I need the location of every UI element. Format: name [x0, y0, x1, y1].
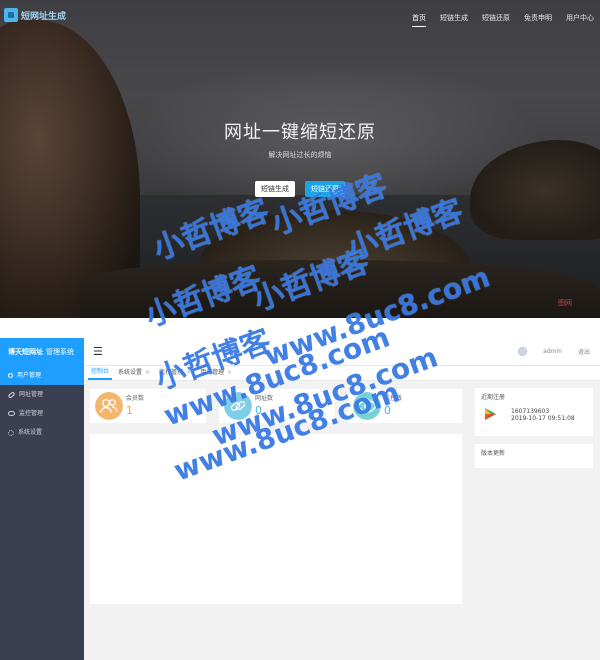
stat-card-urls: 网址数 0 [219, 389, 335, 423]
main-menu: 首页 短链生成 短链还原 免责申明 用户中心 [412, 13, 594, 27]
username[interactable]: admin [543, 348, 562, 355]
main-content-panel [90, 434, 462, 604]
panel-title: 近期注册 [481, 394, 506, 401]
tab-label: 监控管理 [159, 369, 184, 376]
corner-watermark: 图网 [558, 299, 572, 307]
sidebar: 博天短网址 管理系统 用户管理 网址管理 监控管理 系统设置 [0, 338, 84, 660]
site-logo[interactable]: 短网址生成 [4, 8, 66, 22]
menu-item-user-center[interactable]: 用户中心 [566, 13, 594, 27]
topbar-user-area: admin 退出 [518, 347, 590, 356]
recent-user-id: 1607139603 [511, 408, 550, 415]
stat-label: 网址数 [255, 395, 274, 402]
logo-icon [4, 8, 18, 22]
menu-toggle-icon[interactable]: ☰ [93, 345, 103, 358]
menu-item-generate[interactable]: 短链生成 [440, 13, 468, 27]
sidebar-item-label: 系统设置 [18, 429, 43, 436]
admin-topbar: ☰ admin 退出 [84, 338, 600, 366]
stat-card-monitors: 监控数 0 [348, 389, 462, 423]
stat-card-members: 会员数 1 [90, 389, 206, 423]
sidebar-item-label: 网址管理 [19, 391, 44, 398]
sidebar-item-monitor[interactable]: 监控管理 [0, 404, 84, 423]
logout-link[interactable]: 退出 [578, 347, 590, 356]
tab-system-settings[interactable]: 系统设置 × [115, 366, 153, 380]
avatar[interactable] [518, 347, 528, 356]
tab-label: 用户管理 [200, 369, 225, 376]
page: 短网址生成 首页 短链生成 短链还原 免责申明 用户中心 网址一键缩短还原 解决… [0, 0, 600, 660]
hero-buttons: 短链生成 短链还原 [0, 181, 600, 197]
recent-user-date: 2019-10-17 09:51:08 [511, 415, 575, 422]
play-logo-icon [485, 408, 496, 420]
admin-dashboard: 博天短网址 管理系统 用户管理 网址管理 监控管理 系统设置 ☰ admin 退… [0, 338, 600, 660]
sidebar-item-urls[interactable]: 网址管理 [0, 385, 84, 404]
link-icon [7, 390, 16, 399]
close-icon[interactable]: × [145, 366, 150, 380]
logo-text: 短网址生成 [21, 11, 67, 22]
menu-item-home[interactable]: 首页 [412, 13, 426, 27]
close-icon[interactable]: × [227, 366, 232, 380]
sidebar-item-settings[interactable]: 系统设置 [0, 423, 84, 442]
stat-label: 监控数 [384, 395, 403, 402]
stat-label: 会员数 [126, 395, 145, 402]
sidebar-item-label: 用户管理 [17, 372, 42, 379]
sidebar-item-label: 监控管理 [19, 410, 44, 417]
link-icon [224, 392, 252, 420]
close-icon[interactable]: × [186, 366, 191, 380]
stat-value: 1 [126, 404, 133, 417]
eye-icon [8, 411, 15, 416]
page-tabs: 控制台 系统设置 × 监控管理 × 用户管理 × [84, 366, 600, 381]
stat-value: 0 [255, 404, 262, 417]
panel-title: 版本更新 [481, 450, 506, 457]
user-icon [8, 373, 13, 378]
brand-subtitle: 管理系统 [46, 348, 74, 356]
hero-title: 网址一键缩短还原 [224, 122, 376, 143]
menu-item-disclaimer[interactable]: 免责申明 [524, 13, 552, 27]
hero-section: 短网址生成 首页 短链生成 短链还原 免责申明 用户中心 网址一键缩短还原 解决… [0, 0, 600, 318]
tab-label: 控制台 [91, 368, 110, 375]
gear-icon [8, 429, 14, 436]
top-nav: 短网址生成 首页 短链生成 短链还原 免责申明 用户中心 [0, 0, 600, 36]
menu-item-restore[interactable]: 短链还原 [482, 13, 510, 27]
brand-name: 博天短网址 [8, 348, 43, 356]
tab-monitor[interactable]: 监控管理 × [156, 366, 194, 380]
rock-bottom [80, 260, 600, 318]
eye-icon [353, 392, 381, 420]
tab-label: 系统设置 [118, 369, 143, 376]
restore-button[interactable]: 短链还原 [305, 181, 345, 197]
version-updates-panel: 版本更新 [475, 444, 593, 468]
tab-console[interactable]: 控制台 [88, 366, 113, 380]
brand: 博天短网址 管理系统 [0, 338, 84, 366]
tab-users[interactable]: 用户管理 × [197, 366, 235, 380]
stat-value: 0 [384, 404, 391, 417]
users-icon [95, 392, 123, 420]
sidebar-item-users[interactable]: 用户管理 [0, 366, 84, 385]
hero-subtitle: 解决网址过长的烦恼 [268, 151, 332, 159]
generate-button[interactable]: 短链生成 [255, 181, 295, 197]
recent-registrations-panel: 近期注册 1607139603 2019-10-17 09:51:08 [475, 388, 593, 436]
